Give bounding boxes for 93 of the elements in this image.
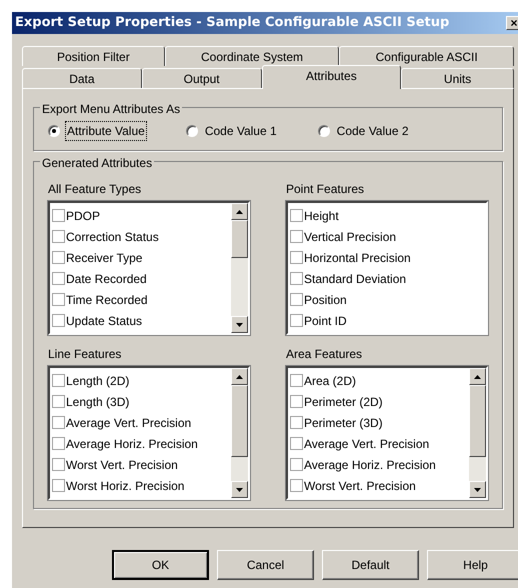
down-arrow-icon xyxy=(474,488,481,492)
tab[interactable]: Data xyxy=(22,68,142,88)
list-label: Area Features xyxy=(286,346,364,363)
checkbox-label[interactable]: Height xyxy=(304,206,339,224)
checkbox[interactable] xyxy=(290,458,303,471)
scroll-down-button[interactable] xyxy=(469,481,486,498)
checkbox[interactable] xyxy=(290,314,303,327)
list-label: Point Features xyxy=(286,181,366,198)
checkbox-label[interactable]: Correction Status xyxy=(66,228,159,246)
checkbox-label[interactable]: Length (2D) xyxy=(66,372,130,390)
checkbox[interactable] xyxy=(52,416,65,429)
checkbox-label[interactable]: Worst Vert. Precision xyxy=(66,456,178,474)
list-label: All Feature Types xyxy=(48,181,142,198)
checkbox[interactable] xyxy=(290,272,303,285)
radio-button[interactable] xyxy=(318,125,330,137)
checkbox[interactable] xyxy=(290,374,303,387)
scroll-up-button[interactable] xyxy=(231,368,248,385)
checkbox[interactable] xyxy=(290,209,303,222)
window-title: Export Setup Properties - Sample Configurable ASCII Setup xyxy=(15,14,450,32)
checkbox-label[interactable]: Average Vert. Precision xyxy=(304,434,430,452)
checkbox[interactable] xyxy=(52,230,65,243)
radio-label[interactable]: Attribute Value xyxy=(66,122,146,140)
checkbox[interactable] xyxy=(290,437,303,450)
checkbox[interactable] xyxy=(52,374,65,387)
dialog-button[interactable]: OK xyxy=(112,550,209,580)
checkbox-label[interactable]: Area (2D) xyxy=(304,372,356,390)
dialog-button[interactable]: Cancel xyxy=(217,550,314,580)
scroll-down-button[interactable] xyxy=(231,481,248,498)
checkbox[interactable] xyxy=(290,293,303,306)
checkbox-label[interactable]: Worst Horiz. Precision xyxy=(66,476,184,494)
scroll-thumb[interactable] xyxy=(231,385,248,457)
checkbox-label[interactable]: Average Vert. Precision xyxy=(66,414,192,432)
tab[interactable]: Position Filter xyxy=(22,46,165,66)
checkbox-label[interactable]: Length (3D) xyxy=(66,392,130,410)
checkbox-label[interactable]: Date Recorded xyxy=(66,270,147,288)
checkbox[interactable] xyxy=(52,209,65,222)
tab[interactable]: Units xyxy=(401,68,514,88)
checkbox-label[interactable]: Standard Deviation xyxy=(304,270,406,288)
checkbox-label[interactable]: PDOP xyxy=(66,206,100,224)
checkbox-list[interactable]: Area (2D) Perimeter (2D) Perimeter (3D) Average Vert. Precision Average Horiz. Precision Worst Vert. Precision xyxy=(286,366,488,500)
dialog-button[interactable]: Help xyxy=(427,550,518,580)
checkbox-label[interactable]: Perimeter (2D) xyxy=(304,392,383,410)
checkbox-list[interactable]: Height Vertical Precision Horizontal Precision Standard Deviation Position Point ID xyxy=(286,201,488,335)
scroll-down-button[interactable] xyxy=(231,316,248,333)
up-arrow-icon xyxy=(236,374,243,378)
list-label: Line Features xyxy=(48,346,122,363)
checkbox-label[interactable]: Update Status xyxy=(66,312,142,330)
checkbox-list[interactable]: PDOP Correction Status Receiver Type Date Recorded Time Recorded Update Status xyxy=(48,201,250,335)
checkbox[interactable] xyxy=(52,251,65,264)
scroll-up-button[interactable] xyxy=(469,368,486,385)
checkbox-label[interactable]: Position xyxy=(304,290,347,308)
radio-button[interactable] xyxy=(186,125,198,137)
checkbox-label[interactable]: Horizontal Precision xyxy=(304,248,411,266)
checkbox-label[interactable]: Average Horiz. Precision xyxy=(304,456,436,474)
checkbox-label[interactable]: Worst Vert. Precision xyxy=(304,476,416,494)
tab[interactable]: Attributes xyxy=(262,65,402,89)
scroll-up-button[interactable] xyxy=(231,203,248,220)
checkbox-label[interactable]: Perimeter (3D) xyxy=(304,414,383,432)
checkbox[interactable] xyxy=(52,314,65,327)
tab[interactable]: Configurable ASCII xyxy=(339,46,514,66)
checkbox[interactable] xyxy=(290,395,303,408)
checkbox-label[interactable]: Point ID xyxy=(304,312,347,330)
checkbox[interactable] xyxy=(52,272,65,285)
tab[interactable]: Coordinate System xyxy=(164,46,340,66)
tab[interactable]: Output xyxy=(142,68,262,88)
checkbox[interactable] xyxy=(290,416,303,429)
checkbox[interactable] xyxy=(290,251,303,264)
scrollbar[interactable] xyxy=(231,203,248,333)
down-arrow-icon xyxy=(236,488,243,492)
scrollbar[interactable] xyxy=(231,368,248,498)
checkbox[interactable] xyxy=(52,293,65,306)
scroll-thumb[interactable] xyxy=(231,220,248,258)
scroll-thumb[interactable] xyxy=(469,385,486,457)
up-arrow-icon xyxy=(236,210,243,214)
scrollbar[interactable] xyxy=(469,368,486,498)
down-arrow-icon xyxy=(236,322,243,326)
radio-label[interactable]: Code Value 2 xyxy=(336,122,410,140)
close-button[interactable]: × xyxy=(506,16,518,30)
checkbox[interactable] xyxy=(290,230,303,243)
checkbox[interactable] xyxy=(52,395,65,408)
checkbox-label[interactable]: Receiver Type xyxy=(66,248,142,266)
checkbox[interactable] xyxy=(52,479,65,492)
radio-label[interactable]: Code Value 1 xyxy=(204,122,278,140)
checkbox-list[interactable]: Length (2D) Length (3D) Average Vert. Precision Average Horiz. Precision Worst Vert. Precision Worst Horiz. Precision xyxy=(48,366,250,500)
checkbox-label[interactable]: Vertical Precision xyxy=(304,228,396,246)
checkbox-label[interactable]: Time Recorded xyxy=(66,290,148,308)
checkbox-label[interactable]: Average Horiz. Precision xyxy=(66,434,198,452)
radio-button[interactable] xyxy=(48,125,60,137)
checkbox[interactable] xyxy=(52,437,65,450)
checkbox[interactable] xyxy=(290,479,303,492)
checkbox[interactable] xyxy=(52,458,65,471)
dialog-button[interactable]: Default xyxy=(322,550,419,580)
up-arrow-icon xyxy=(474,374,481,378)
